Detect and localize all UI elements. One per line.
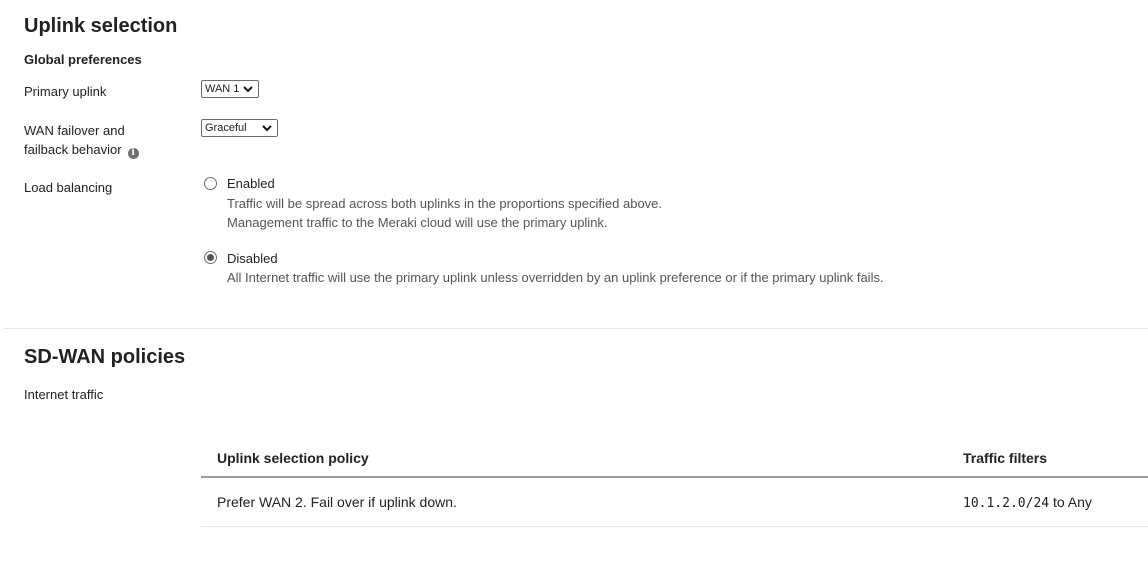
load-balancing-enabled-desc-line1: Traffic will be spread across both uplin… [227, 196, 663, 211]
failover-label-line2: failback behavior [24, 142, 122, 157]
load-balancing-label: Load balancing [24, 180, 113, 195]
load-balancing-enabled-radio[interactable] [204, 177, 217, 190]
info-icon[interactable]: i [127, 148, 139, 159]
uplink-selection-title: Uplink selection [24, 15, 178, 37]
table-cell-policy: Prefer WAN 2. Fail over if uplink down. [217, 494, 457, 510]
chevron-down-icon [243, 86, 253, 93]
primary-uplink-label: Primary uplink [24, 84, 107, 99]
load-balancing-disabled-radio[interactable] [204, 251, 217, 264]
internet-traffic-label: Internet traffic [24, 387, 104, 402]
uplink-policy-table: Uplink selection policy Traffic filters … [201, 440, 1148, 528]
sdwan-policies-title: SD-WAN policies [24, 346, 186, 368]
uplink-settings-page: Uplink selection Global preferences Prim… [0, 0, 1148, 564]
filter-destination: to Any [1049, 494, 1092, 510]
load-balancing-enabled-desc: Traffic will be spread across both uplin… [227, 194, 662, 232]
table-row-divider [201, 526, 1148, 527]
table-cell-filters: 10.1.2.0/24 to Any [963, 494, 1092, 511]
table-header-policy: Uplink selection policy [217, 450, 369, 466]
table-header-filters: Traffic filters [963, 450, 1048, 466]
primary-uplink-value: WAN 1 [205, 83, 240, 95]
load-balancing-disabled-label[interactable]: Disabled [227, 251, 278, 266]
primary-uplink-select[interactable]: WAN 1 [201, 80, 259, 98]
failover-select[interactable]: Graceful [201, 119, 278, 137]
failover-value: Graceful [205, 122, 247, 134]
filter-subnet: 10.1.2.0/24 [963, 496, 1050, 511]
table-row[interactable]: Prefer WAN 2. Fail over if uplink down. … [201, 478, 1148, 526]
failover-label: WAN failover and failback behavior i [24, 121, 139, 159]
load-balancing-enabled-label[interactable]: Enabled [227, 176, 275, 191]
failover-label-line1: WAN failover and [24, 123, 125, 138]
section-divider [4, 328, 1148, 329]
chevron-down-icon [262, 125, 272, 132]
load-balancing-disabled-desc: All Internet traffic will use the primar… [227, 270, 884, 285]
load-balancing-enabled-desc-line2: Management traffic to the Meraki cloud w… [227, 215, 608, 230]
global-preferences-heading: Global preferences [24, 52, 142, 67]
